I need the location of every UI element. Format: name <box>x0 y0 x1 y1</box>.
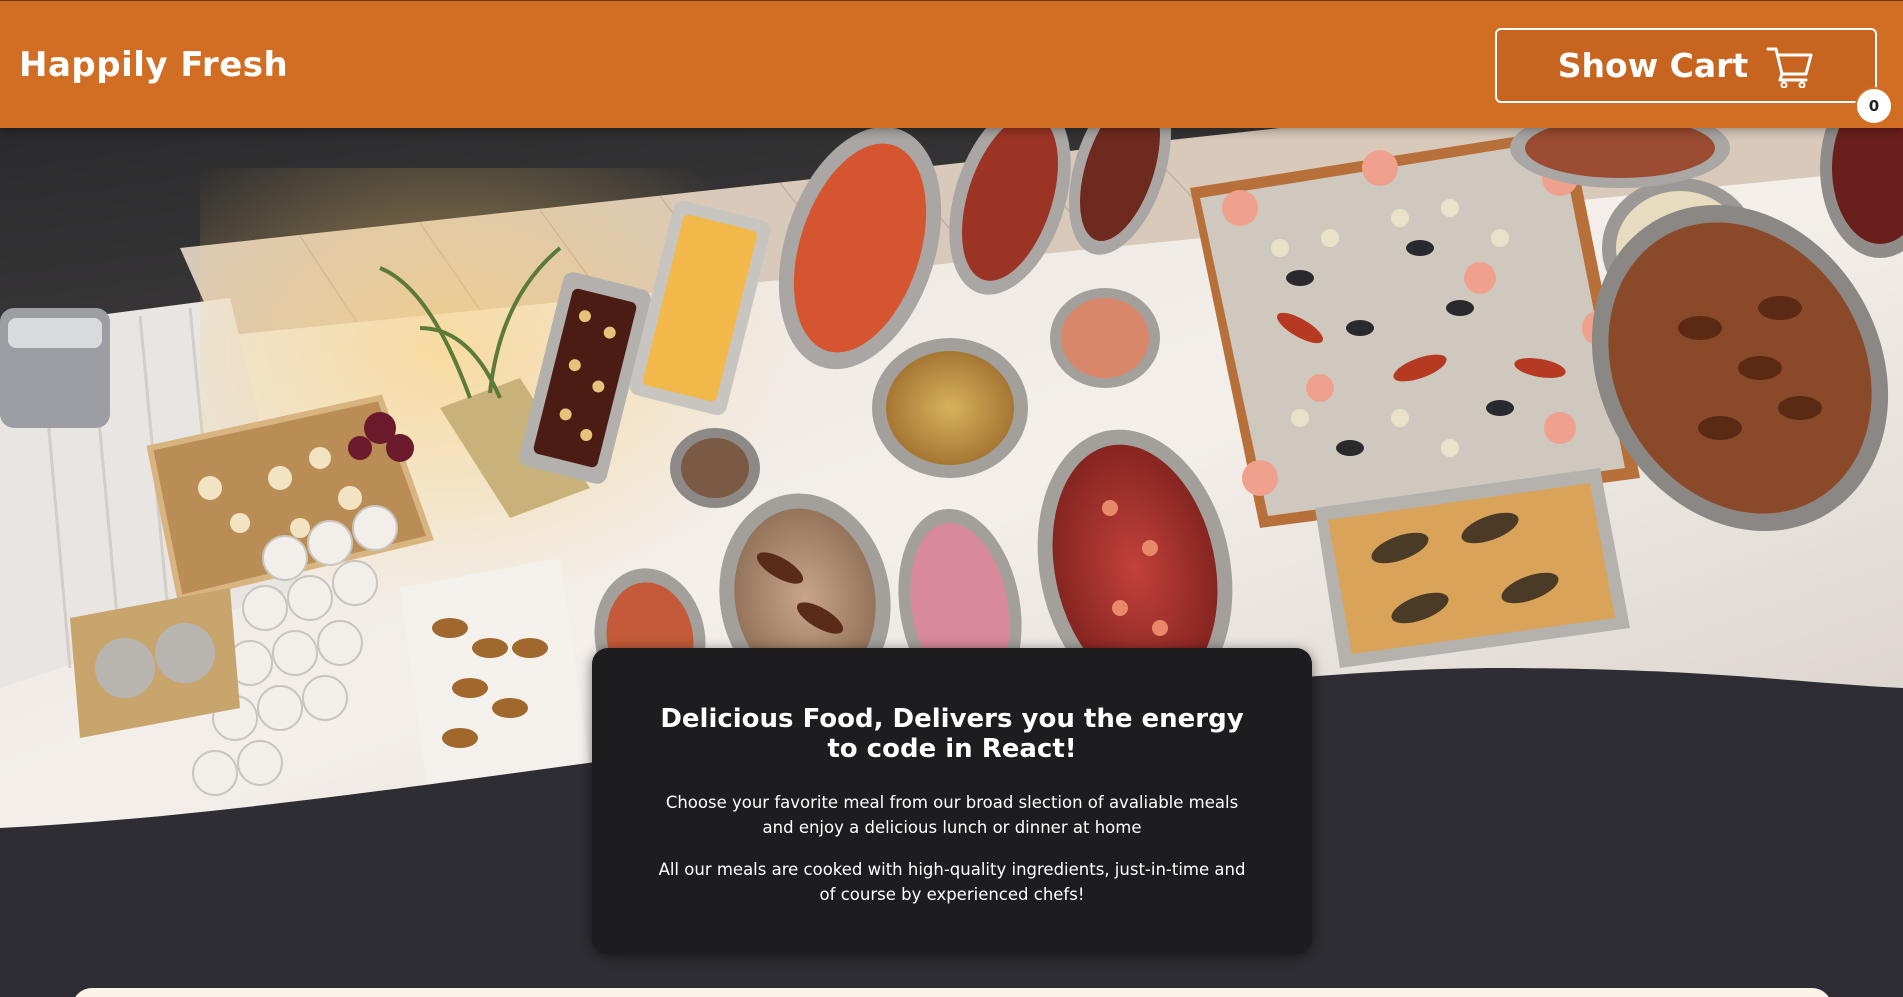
brand-title: Happily Fresh <box>19 45 289 85</box>
summary-paragraph-2: All our meals are cooked with high-quali… <box>658 860 1246 904</box>
shopping-cart-icon <box>1766 44 1814 88</box>
summary-paragraph-1: Choose your favorite meal from our broad… <box>665 793 1239 837</box>
meals-list-edge <box>72 988 1832 997</box>
cart-button-label: Show Cart <box>1557 46 1749 85</box>
page: Happily Fresh Show Cart 0 Delicious Food… <box>0 0 1903 997</box>
app-header: Happily Fresh Show Cart 0 <box>0 0 1903 128</box>
show-cart-button[interactable]: Show Cart 0 <box>1495 28 1893 125</box>
meals-summary-card: Delicious Food, Delivers you the energy … <box>592 648 1312 954</box>
cart-count-badge: 0 <box>1855 87 1893 125</box>
summary-title: Delicious Food, Delivers you the energy … <box>660 704 1244 764</box>
